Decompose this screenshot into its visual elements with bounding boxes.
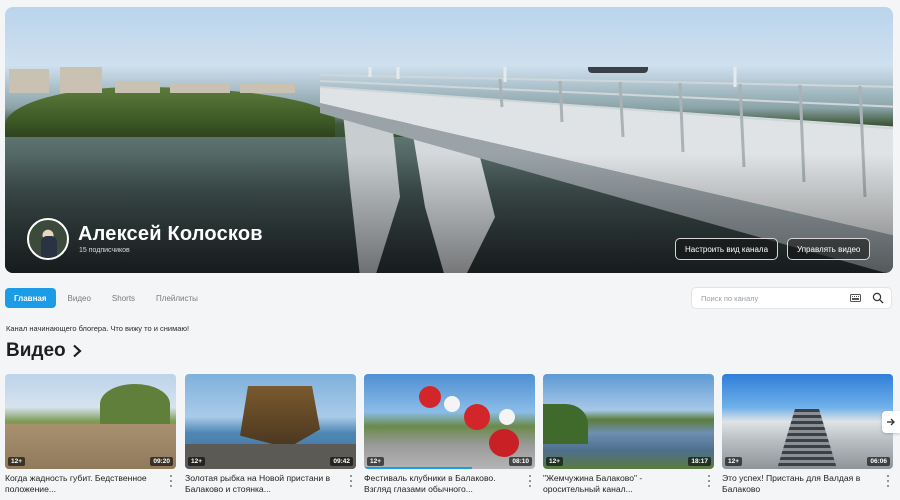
- duration-badge: 18:17: [688, 457, 711, 466]
- video-card[interactable]: 12+ 09:20 Когда жадность губит. Бедствен…: [5, 374, 176, 495]
- age-rating-badge: 12+: [8, 457, 26, 466]
- chevron-right-icon: [72, 344, 82, 358]
- tab-videos[interactable]: Видео: [59, 288, 100, 308]
- video-title[interactable]: Золотая рыбка на Новой пристани в Балако…: [185, 473, 341, 495]
- video-card[interactable]: 12+ 18:17 "Жемчужина Балаково" - оросите…: [543, 374, 714, 495]
- duration-badge: 09:20: [150, 457, 173, 466]
- video-thumbnail[interactable]: 12+ 18:17: [543, 374, 714, 469]
- age-rating-badge: 12+: [546, 457, 564, 466]
- duration-badge: 09:42: [330, 457, 353, 466]
- channel-description: Канал начинающего блогера. Что вижу то и…: [6, 324, 190, 333]
- video-card[interactable]: 12+ 09:42 Золотая рыбка на Новой пристан…: [185, 374, 356, 495]
- video-thumbnail[interactable]: 12+ 09:20: [5, 374, 176, 469]
- more-options-icon[interactable]: [885, 475, 891, 487]
- channel-tabs: Главная Видео Shorts Плейлисты: [5, 288, 207, 308]
- video-title[interactable]: Когда жадность губит. Бедственное положе…: [5, 473, 161, 495]
- video-title[interactable]: "Жемчужина Балаково" - оросительный кана…: [543, 473, 699, 495]
- video-card[interactable]: 12+ 08:10 Фестиваль клубники в Балаково.…: [364, 374, 535, 495]
- tab-shorts[interactable]: Shorts: [103, 288, 144, 308]
- search-input[interactable]: [701, 293, 841, 303]
- video-thumbnail[interactable]: 12+ 06:06: [722, 374, 893, 469]
- customize-channel-button[interactable]: Настроить вид канала: [675, 238, 779, 260]
- videos-section-title[interactable]: Видео: [6, 340, 82, 362]
- search-icon[interactable]: [872, 292, 884, 304]
- tab-home[interactable]: Главная: [5, 288, 56, 308]
- arrow-right-icon: [887, 418, 895, 426]
- channel-avatar[interactable]: [27, 218, 69, 260]
- more-options-icon[interactable]: [706, 475, 712, 487]
- age-rating-badge: 12+: [725, 457, 743, 466]
- subscriber-count: 15 подписчиков: [79, 247, 130, 254]
- shelf-next-button[interactable]: [882, 411, 900, 433]
- more-options-icon[interactable]: [348, 475, 354, 487]
- manage-videos-button[interactable]: Управлять видео: [787, 238, 871, 260]
- video-shelf: 12+ 09:20 Когда жадность губит. Бедствен…: [5, 374, 900, 500]
- more-options-icon[interactable]: [527, 475, 533, 487]
- age-rating-badge: 12+: [367, 457, 385, 466]
- duration-badge: 08:10: [509, 457, 532, 466]
- duration-badge: 06:06: [867, 457, 890, 466]
- more-options-icon[interactable]: [168, 475, 174, 487]
- video-card[interactable]: 12+ 06:06 Это успех! Пристань для Валдая…: [722, 374, 893, 495]
- section-title-label: Видео: [6, 340, 66, 361]
- video-thumbnail[interactable]: 12+ 08:10: [364, 374, 535, 469]
- video-title[interactable]: Фестиваль клубники в Балаково. Взгляд гл…: [364, 473, 520, 495]
- video-title[interactable]: Это успех! Пристань для Валдая в Балаков…: [722, 473, 878, 495]
- video-thumbnail[interactable]: 12+ 09:42: [185, 374, 356, 469]
- age-rating-badge: 12+: [188, 457, 206, 466]
- channel-name: Алексей Колосков: [78, 223, 263, 245]
- keyboard-icon[interactable]: [850, 294, 861, 302]
- watch-progress-bar: [364, 467, 472, 469]
- channel-search: [691, 287, 892, 309]
- tab-playlists[interactable]: Плейлисты: [147, 288, 207, 308]
